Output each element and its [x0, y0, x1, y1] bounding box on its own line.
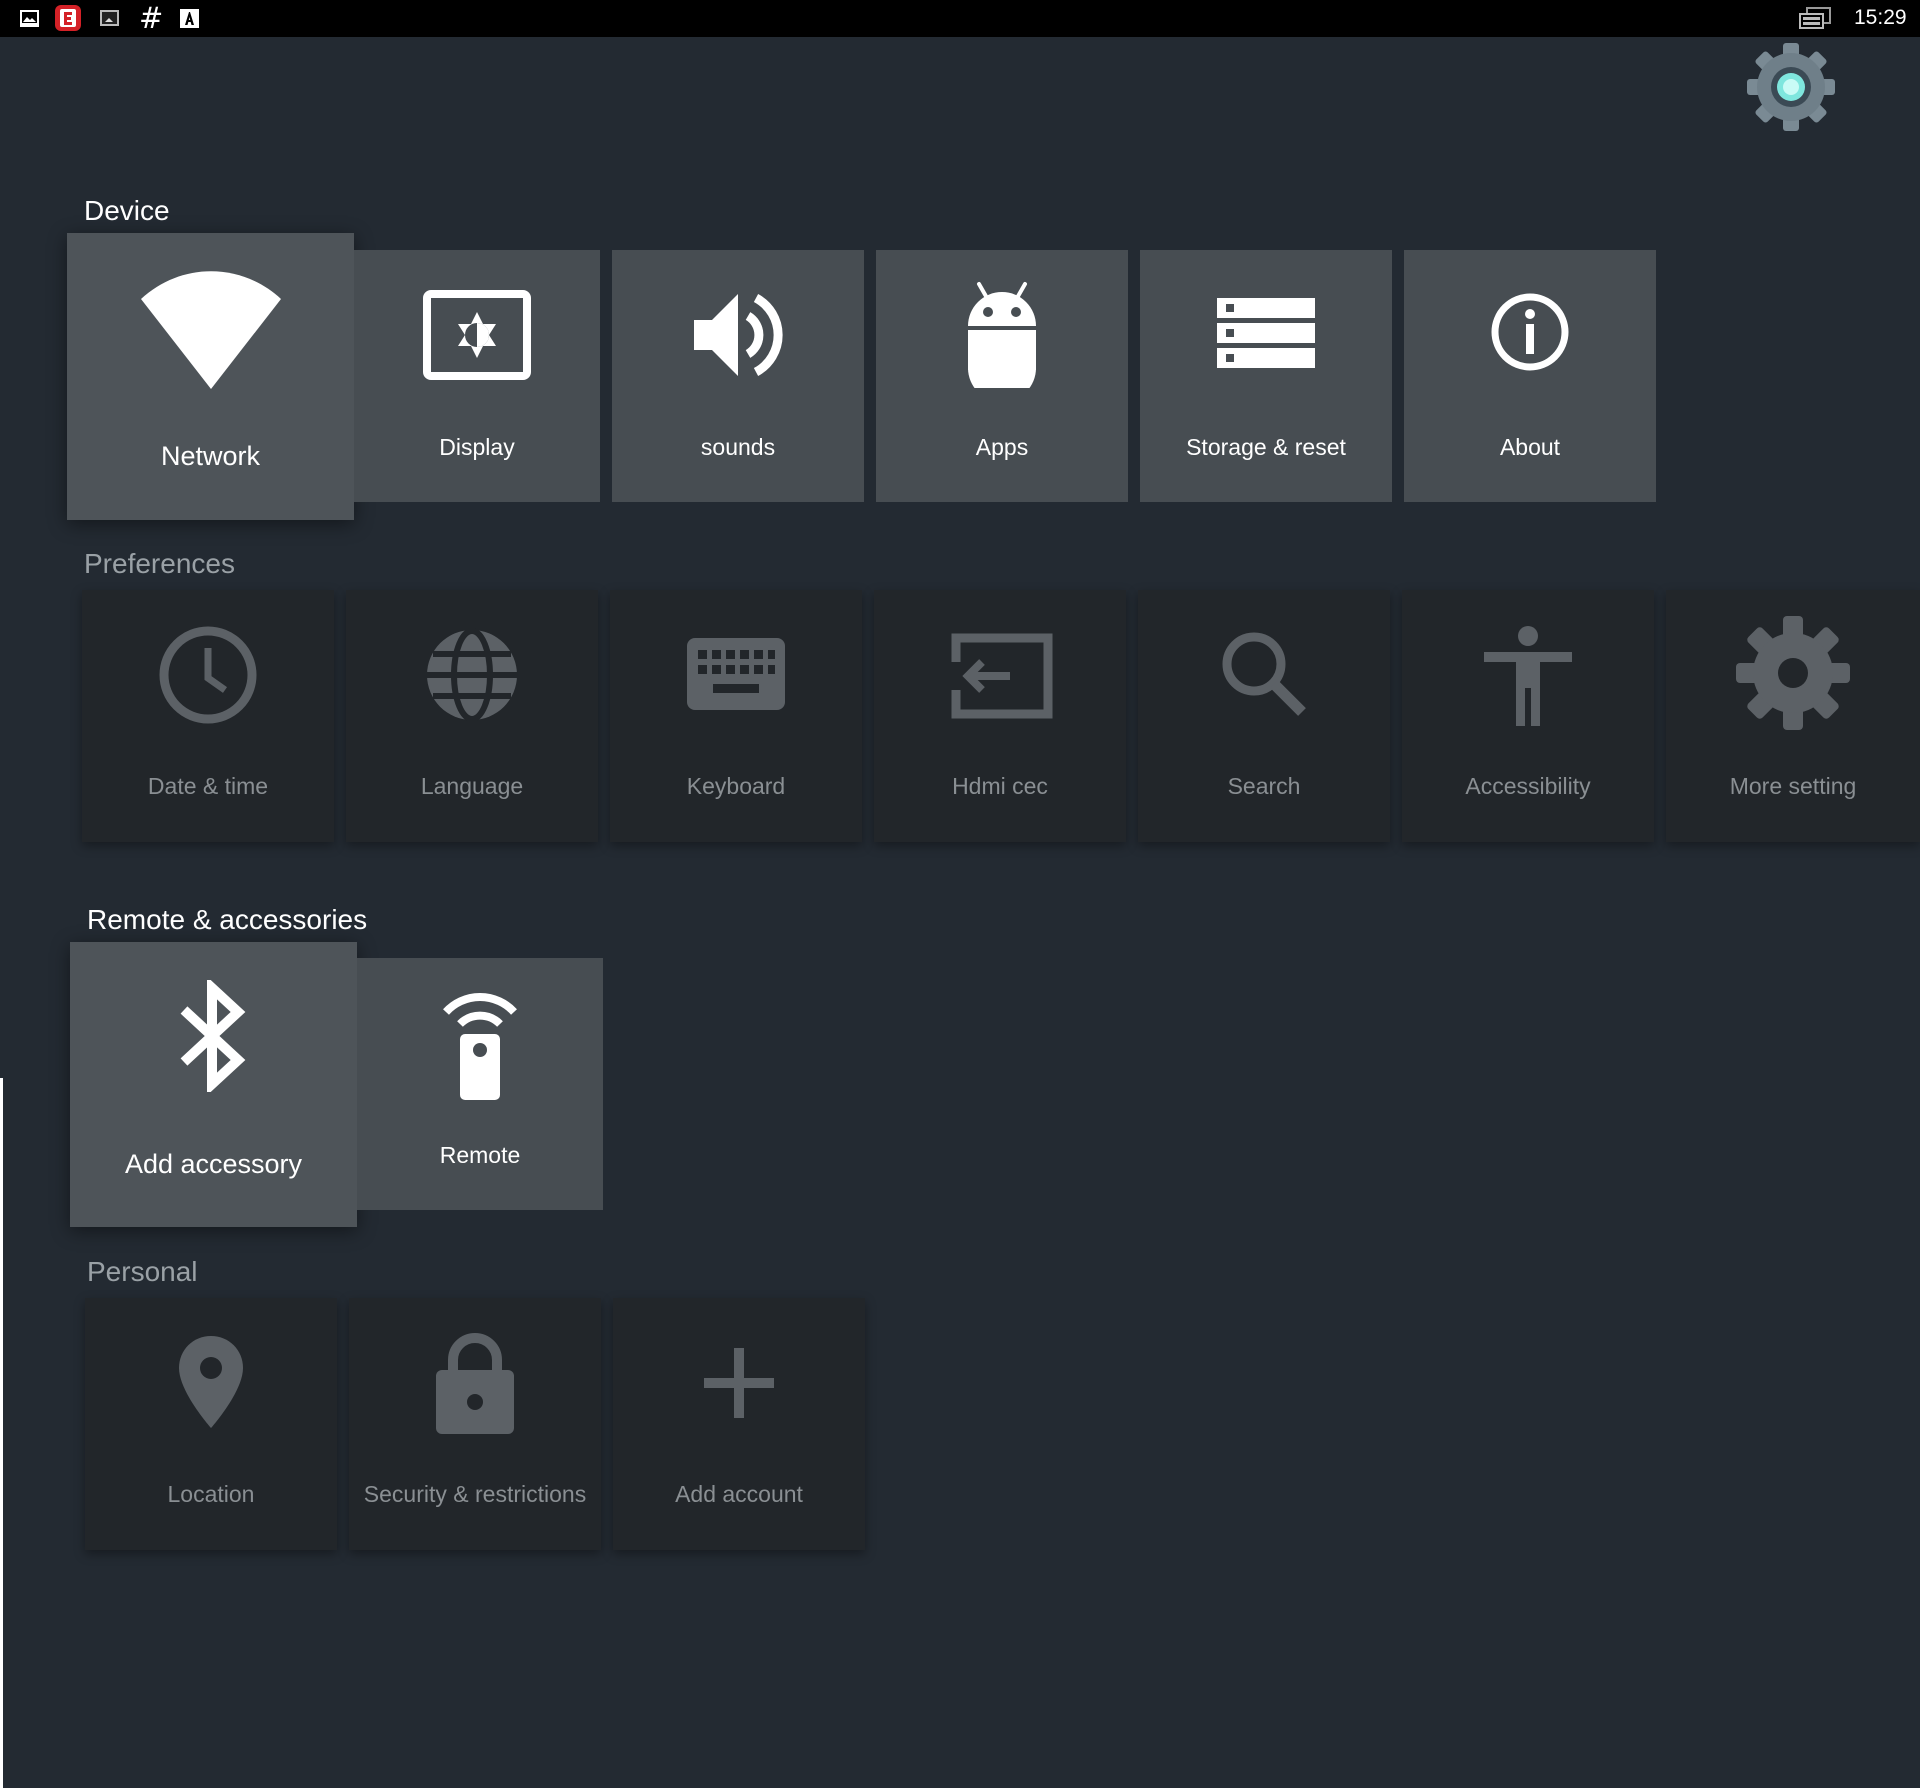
section-title-device: Device: [84, 195, 170, 226]
gear-icon: [1734, 614, 1852, 732]
tile-sounds[interactable]: sounds: [612, 250, 864, 502]
status-bar: # 15:29: [0, 0, 1920, 37]
tile-label: Display: [439, 434, 515, 460]
display-icon: [423, 290, 531, 380]
section-title-preferences: Preferences: [84, 548, 235, 579]
accessibility-icon: [1484, 626, 1572, 726]
tile-add-accessory[interactable]: Add accessory: [70, 942, 357, 1227]
tile-label: Date & time: [147, 773, 269, 799]
input-icon: [946, 632, 1054, 720]
bluetooth-icon: [178, 980, 250, 1092]
a-app-icon: [179, 8, 200, 29]
tile-label: Remote: [439, 1142, 521, 1168]
tile-label: More setting: [1729, 773, 1857, 799]
tile-search[interactable]: Search: [1138, 590, 1390, 842]
tile-label: sounds: [700, 434, 776, 460]
tile-location[interactable]: Location: [85, 1298, 337, 1550]
tile-apps[interactable]: Apps: [876, 250, 1128, 502]
tile-network[interactable]: Network: [67, 233, 354, 520]
tile-security-restrictions[interactable]: Security & restrictions: [349, 1298, 601, 1550]
tile-label: Add account: [675, 1481, 803, 1507]
info-icon: [1490, 292, 1570, 372]
plus-icon: [704, 1348, 774, 1418]
clock-icon: [159, 626, 257, 724]
gallery-icon: [19, 8, 40, 29]
tile-more-setting[interactable]: More setting: [1666, 590, 1920, 842]
tile-display[interactable]: Display: [354, 250, 600, 502]
lock-icon: [436, 1332, 514, 1434]
tile-hdmi-cec[interactable]: Hdmi cec: [874, 590, 1126, 842]
section-title-personal: Personal: [87, 1256, 198, 1287]
section-title-remote-accessories: Remote & accessories: [87, 904, 368, 935]
tile-label: Accessibility: [1465, 773, 1591, 799]
connected-screens-icon: [1798, 7, 1832, 31]
wifi-icon: [140, 271, 281, 389]
tile-about[interactable]: About: [1404, 250, 1656, 502]
tile-accessibility[interactable]: Accessibility: [1402, 590, 1654, 842]
clock-time: 15:29: [1854, 6, 1907, 29]
android-icon: [965, 280, 1039, 388]
tile-label: Network: [160, 441, 261, 471]
tile-label: Security & restrictions: [363, 1481, 587, 1507]
tile-label: Keyboard: [686, 773, 786, 799]
e-app-icon: [55, 5, 81, 31]
tile-label: Hdmi cec: [952, 773, 1048, 799]
keyboard-icon: [687, 638, 785, 710]
tile-storage-reset[interactable]: Storage & reset: [1140, 250, 1392, 502]
remote-icon: [440, 986, 520, 1100]
speaker-icon: [692, 290, 784, 380]
tile-add-account[interactable]: Add account: [613, 1298, 865, 1550]
edge-divider: [0, 1078, 3, 1788]
tile-date-time[interactable]: Date & time: [82, 590, 334, 842]
tile-label: Apps: [975, 434, 1029, 460]
tile-language[interactable]: Language: [346, 590, 598, 842]
tile-label: Storage & reset: [1186, 434, 1346, 460]
tile-remote[interactable]: Remote: [357, 958, 603, 1210]
tile-label: Location: [167, 1481, 255, 1507]
tile-keyboard[interactable]: Keyboard: [610, 590, 862, 842]
tile-label: Search: [1227, 773, 1301, 799]
hash-icon: #: [139, 1, 164, 35]
settings-logo-icon: [1744, 42, 1838, 132]
location-pin-icon: [179, 1336, 243, 1428]
search-icon: [1220, 630, 1308, 718]
tile-label: Language: [420, 773, 524, 799]
tile-label: About: [1499, 434, 1561, 460]
cast-icon: [99, 8, 120, 29]
storage-icon: [1217, 298, 1315, 368]
globe-icon: [423, 626, 521, 724]
tile-label: Add accessory: [124, 1149, 303, 1179]
